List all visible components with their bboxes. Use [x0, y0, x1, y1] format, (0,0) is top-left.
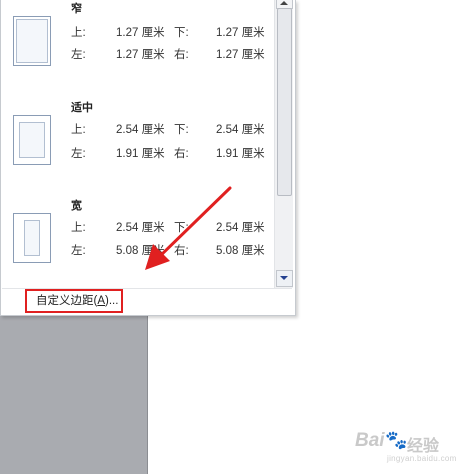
watermark-suffix: 经验: [407, 438, 440, 455]
watermark-paw-icon: 🐾: [385, 430, 408, 450]
watermark-text: Bai: [355, 430, 385, 451]
baidu-watermark: Bai 🐾 经验 jingyan.baidu.com: [355, 430, 467, 470]
watermark-sub: jingyan.baidu.com: [387, 454, 457, 463]
red-arrow-annotation: [145, 186, 232, 270]
